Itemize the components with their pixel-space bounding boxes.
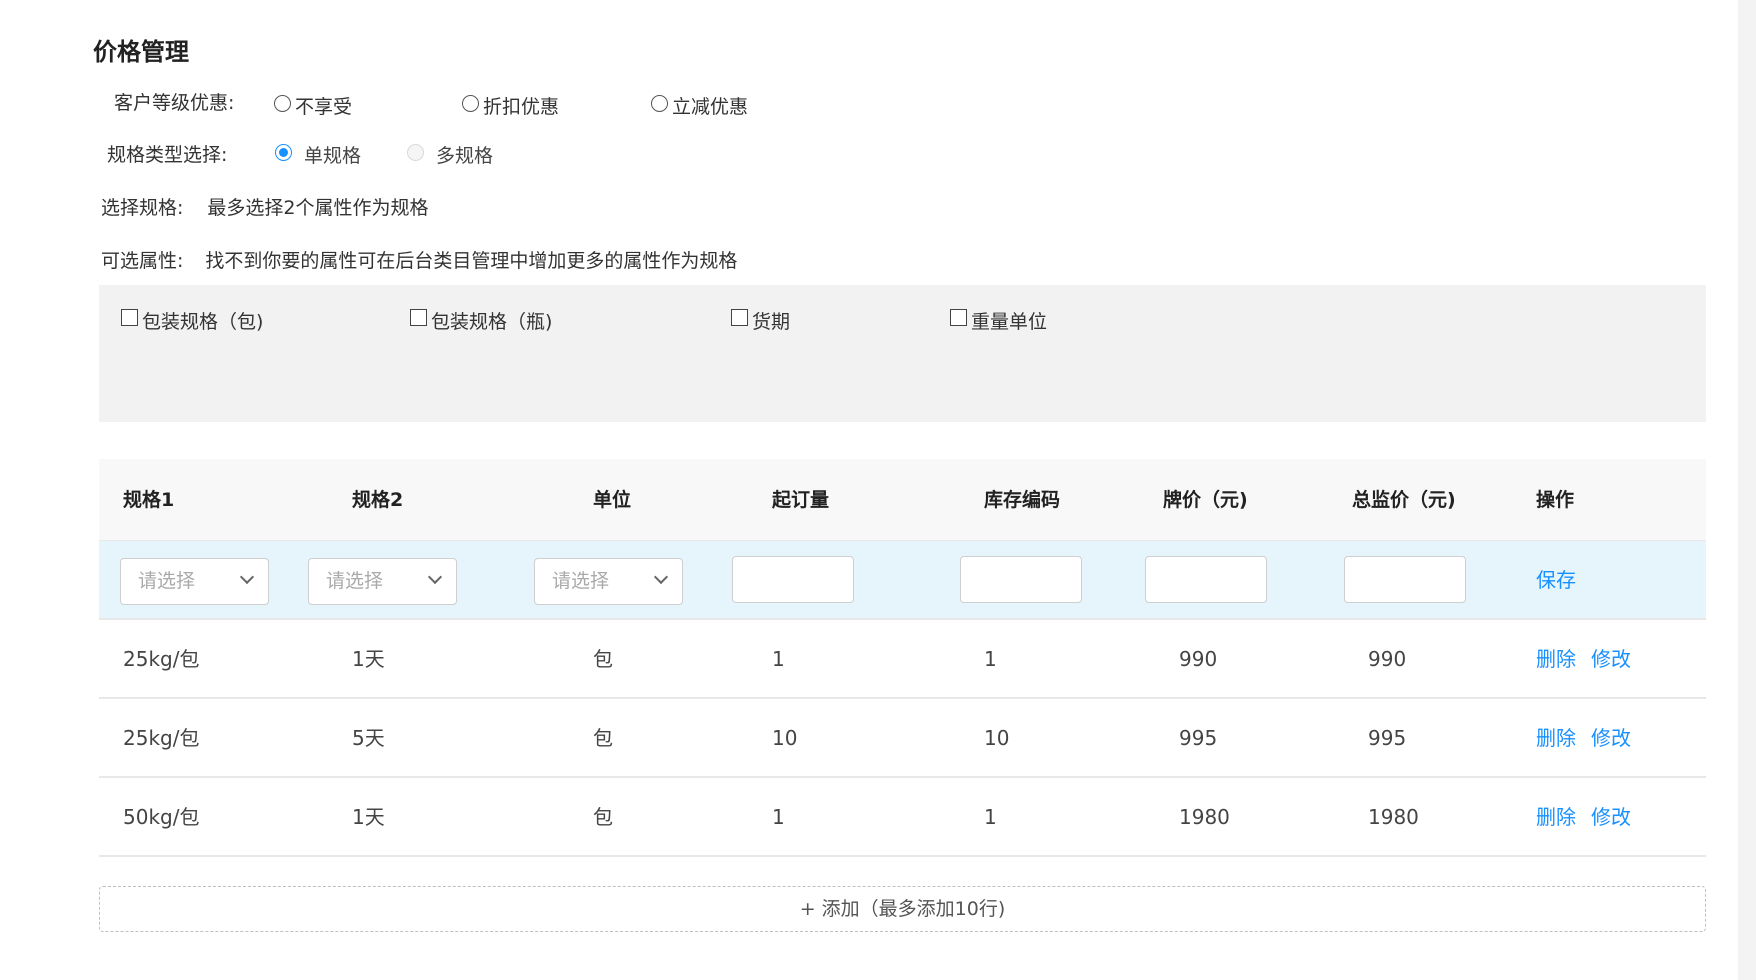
checkbox-package-bag[interactable]: 包装规格（包) [121,307,263,334]
optional-attrs-row: 可选属性: 找不到你要的属性可在后台类目管理中增加更多的属性作为规格 [101,246,737,273]
header-spec2: 规格2 [352,489,404,511]
delete-button[interactable]: 删除 [1536,778,1576,857]
customer-level-label: 客户等级优惠: [114,92,235,114]
delete-button[interactable]: 删除 [1536,620,1576,699]
min-order-input[interactable] [732,556,854,603]
cell-director-price: 995 [1368,726,1407,750]
checkbox-box[interactable] [121,309,138,326]
cell-spec2: 5天 [352,726,385,750]
checkbox-box[interactable] [731,309,748,326]
checkbox-label: 货期 [752,311,791,333]
cell-spec1: 25kg/包 [123,647,200,671]
radio-circle-disabled[interactable] [407,144,424,161]
list-price-input[interactable] [1145,556,1267,603]
director-price-input[interactable] [1344,556,1466,603]
optional-attrs-hint: 找不到你要的属性可在后台类目管理中增加更多的属性作为规格 [205,250,738,272]
radio-label: 多规格 [436,145,494,167]
cell-director-price: 1980 [1368,805,1419,829]
customer-level-row: 客户等级优惠: [114,88,234,115]
cell-unit: 包 [593,726,613,750]
table-row: 50kg/包 1天 包 1 1 1980 1980 删除 修改 [99,778,1706,857]
radio-percent-discount[interactable]: 折扣优惠 [462,92,559,119]
radio-circle[interactable] [462,95,479,112]
cell-unit: 包 [593,647,613,671]
radio-single-spec[interactable]: 单规格 [275,141,361,168]
select-spec-hint: 最多选择2个属性作为规格 [207,197,429,219]
spec1-select[interactable]: 请选择 [120,558,269,605]
checkbox-box[interactable] [950,309,967,326]
header-list-price: 牌价（元) [1163,489,1248,511]
cell-unit: 包 [593,805,613,829]
radio-circle[interactable] [651,95,668,112]
select-placeholder: 请选择 [138,570,196,592]
table-row: 25kg/包 1天 包 1 1 990 990 删除 修改 [99,620,1706,699]
checkbox-label: 包装规格（包) [142,311,264,333]
cell-spec2: 1天 [352,647,385,671]
stock-code-input[interactable] [960,556,1082,603]
cell-list-price: 1980 [1179,805,1230,829]
table-header: 规格1 规格2 单位 起订量 库存编码 牌价（元) 总监价（元) 操作 [99,459,1706,541]
optional-attrs-panel: 包装规格（包) 包装规格（瓶) 货期 重量单位 [99,285,1706,422]
edit-button[interactable]: 修改 [1591,620,1631,699]
chevron-down-icon [427,569,443,585]
delete-button[interactable]: 删除 [1536,699,1576,778]
table-row: 25kg/包 5天 包 10 10 995 995 删除 修改 [99,699,1706,778]
spec-type-row: 规格类型选择: [107,140,227,167]
edit-button[interactable]: 修改 [1591,699,1631,778]
select-spec-row: 选择规格: 最多选择2个属性作为规格 [101,193,429,220]
page-title: 价格管理 [93,38,189,66]
header-min-order: 起订量 [772,489,830,511]
radio-circle-checked[interactable] [275,144,292,161]
unit-select[interactable]: 请选择 [534,558,683,605]
cell-director-price: 990 [1368,647,1407,671]
table-row-edit: 请选择 请选择 请选择 保存 [99,541,1706,620]
checkbox-label: 重量单位 [971,311,1048,333]
radio-label: 单规格 [304,145,362,167]
radio-label: 不享受 [295,96,353,118]
header-stock-code: 库存编码 [984,489,1061,511]
price-table: 规格1 规格2 单位 起订量 库存编码 牌价（元) 总监价（元) 操作 请选择 … [99,459,1706,857]
cell-min-order: 1 [772,805,785,829]
checkbox-box[interactable] [410,309,427,326]
checkbox-package-bottle[interactable]: 包装规格（瓶) [410,307,552,334]
header-actions: 操作 [1536,489,1575,511]
cell-min-order: 1 [772,647,785,671]
cell-spec1: 25kg/包 [123,726,200,750]
cell-min-order: 10 [772,726,798,750]
cell-list-price: 990 [1179,647,1218,671]
radio-label: 立减优惠 [672,96,749,118]
radio-multi-spec[interactable]: 多规格 [407,141,493,168]
spec2-select[interactable]: 请选择 [308,558,457,605]
select-spec-label: 选择规格: [101,197,184,219]
radio-no-discount[interactable]: 不享受 [274,92,352,119]
optional-attrs-label: 可选属性: [101,250,184,272]
header-unit: 单位 [593,489,632,511]
header-spec1: 规格1 [123,489,175,511]
header-director-price: 总监价（元) [1352,489,1456,511]
spec-type-label: 规格类型选择: [107,144,228,166]
select-placeholder: 请选择 [552,570,610,592]
add-row-button[interactable]: + 添加（最多添加10行) [99,886,1706,932]
chevron-down-icon [239,569,255,585]
radio-circle[interactable] [274,95,291,112]
cell-stock-code: 1 [984,647,997,671]
select-placeholder: 请选择 [326,570,384,592]
edit-button[interactable]: 修改 [1591,778,1631,857]
cell-stock-code: 10 [984,726,1010,750]
cell-spec2: 1天 [352,805,385,829]
save-button[interactable]: 保存 [1536,541,1576,620]
radio-label: 折扣优惠 [483,96,560,118]
cell-stock-code: 1 [984,805,997,829]
checkbox-weight-unit[interactable]: 重量单位 [950,307,1047,334]
cell-list-price: 995 [1179,726,1218,750]
chevron-down-icon [653,569,669,585]
cell-spec1: 50kg/包 [123,805,200,829]
checkbox-label: 包装规格（瓶) [431,311,553,333]
page-scrollbar[interactable] [1738,0,1756,980]
checkbox-delivery-time[interactable]: 货期 [731,307,790,334]
radio-fixed-discount[interactable]: 立减优惠 [651,92,748,119]
